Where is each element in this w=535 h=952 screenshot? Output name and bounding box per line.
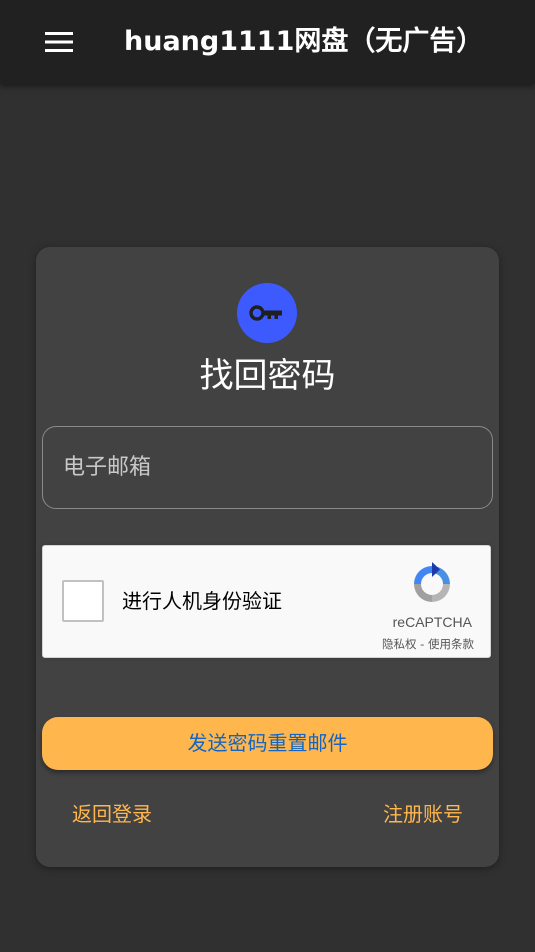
menu-icon (45, 32, 73, 52)
app-bar: huang1111网盘（无广告） (0, 0, 535, 84)
avatar (237, 283, 297, 343)
back-to-login-link[interactable]: 返回登录 (72, 799, 152, 829)
register-link[interactable]: 注册账号 (383, 799, 463, 829)
recaptcha-terms-link[interactable]: 使用条款 (428, 637, 474, 651)
app-title: huang1111网盘（无广告） (124, 26, 484, 57)
recaptcha-label: 进行人机身份验证 (122, 589, 282, 613)
recaptcha-privacy-link[interactable]: 隐私权 (382, 637, 417, 651)
reset-password-card: 找回密码 进行人机身份验证 reCAPTCHA 隐私权 - 使用条款 发送密码重… (36, 247, 499, 867)
recaptcha-logo-icon (414, 562, 450, 602)
recaptcha-links: 隐私权 - 使用条款 (382, 636, 474, 652)
recaptcha-widget: 进行人机身份验证 reCAPTCHA 隐私权 - 使用条款 (42, 545, 491, 658)
send-reset-email-button[interactable]: 发送密码重置邮件 (42, 717, 493, 770)
recaptcha-brand: reCAPTCHA (392, 614, 472, 630)
key-icon (249, 305, 282, 321)
email-input[interactable] (43, 427, 492, 508)
menu-button[interactable] (36, 22, 82, 62)
email-field (42, 426, 493, 509)
page-title: 找回密码 (199, 356, 336, 396)
recaptcha-link-separator: - (416, 637, 428, 651)
recaptcha-checkbox[interactable] (62, 580, 104, 622)
